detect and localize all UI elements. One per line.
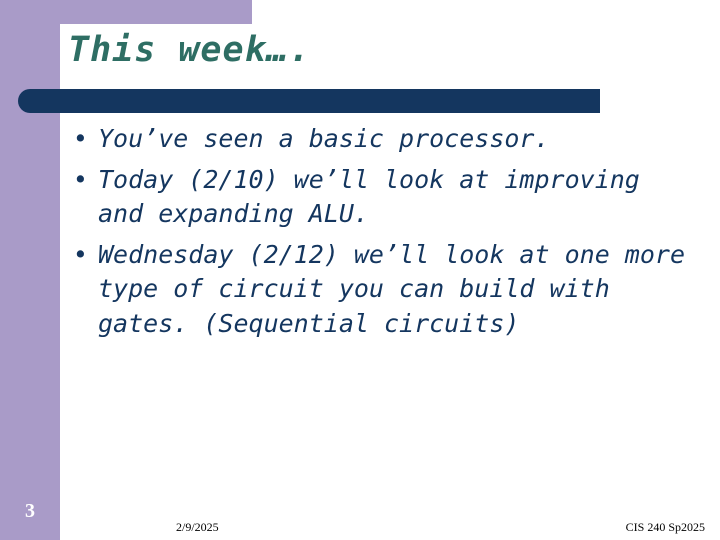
top-corner-block [60, 0, 252, 24]
bullet-text: Wednesday (2/12) we’ll look at one more … [98, 239, 685, 338]
footer-course: CIS 240 Sp2025 [625, 520, 705, 534]
title-underline-bar [18, 89, 600, 113]
bullet-dot-icon: • [73, 164, 88, 194]
footer-date: 2/9/2025 [176, 520, 219, 534]
bullet-list: • You’ve seen a basic processor. • Today… [70, 122, 690, 347]
bullet-text: You’ve seen a basic processor. [98, 124, 550, 153]
bullet-item: • You’ve seen a basic processor. [70, 122, 690, 157]
left-sidebar-bar [0, 0, 60, 540]
slide-number: 3 [25, 500, 35, 522]
slide-title: This week…. [68, 30, 311, 70]
bullet-dot-icon: • [73, 124, 88, 153]
bullet-dot-icon: • [73, 239, 88, 269]
bullet-item: • Wednesday (2/12) we’ll look at one mor… [70, 238, 690, 342]
bullet-text: Today (2/10) we’ll look at improving and… [98, 164, 640, 229]
bullet-item: • Today (2/10) we’ll look at improving a… [70, 163, 690, 232]
